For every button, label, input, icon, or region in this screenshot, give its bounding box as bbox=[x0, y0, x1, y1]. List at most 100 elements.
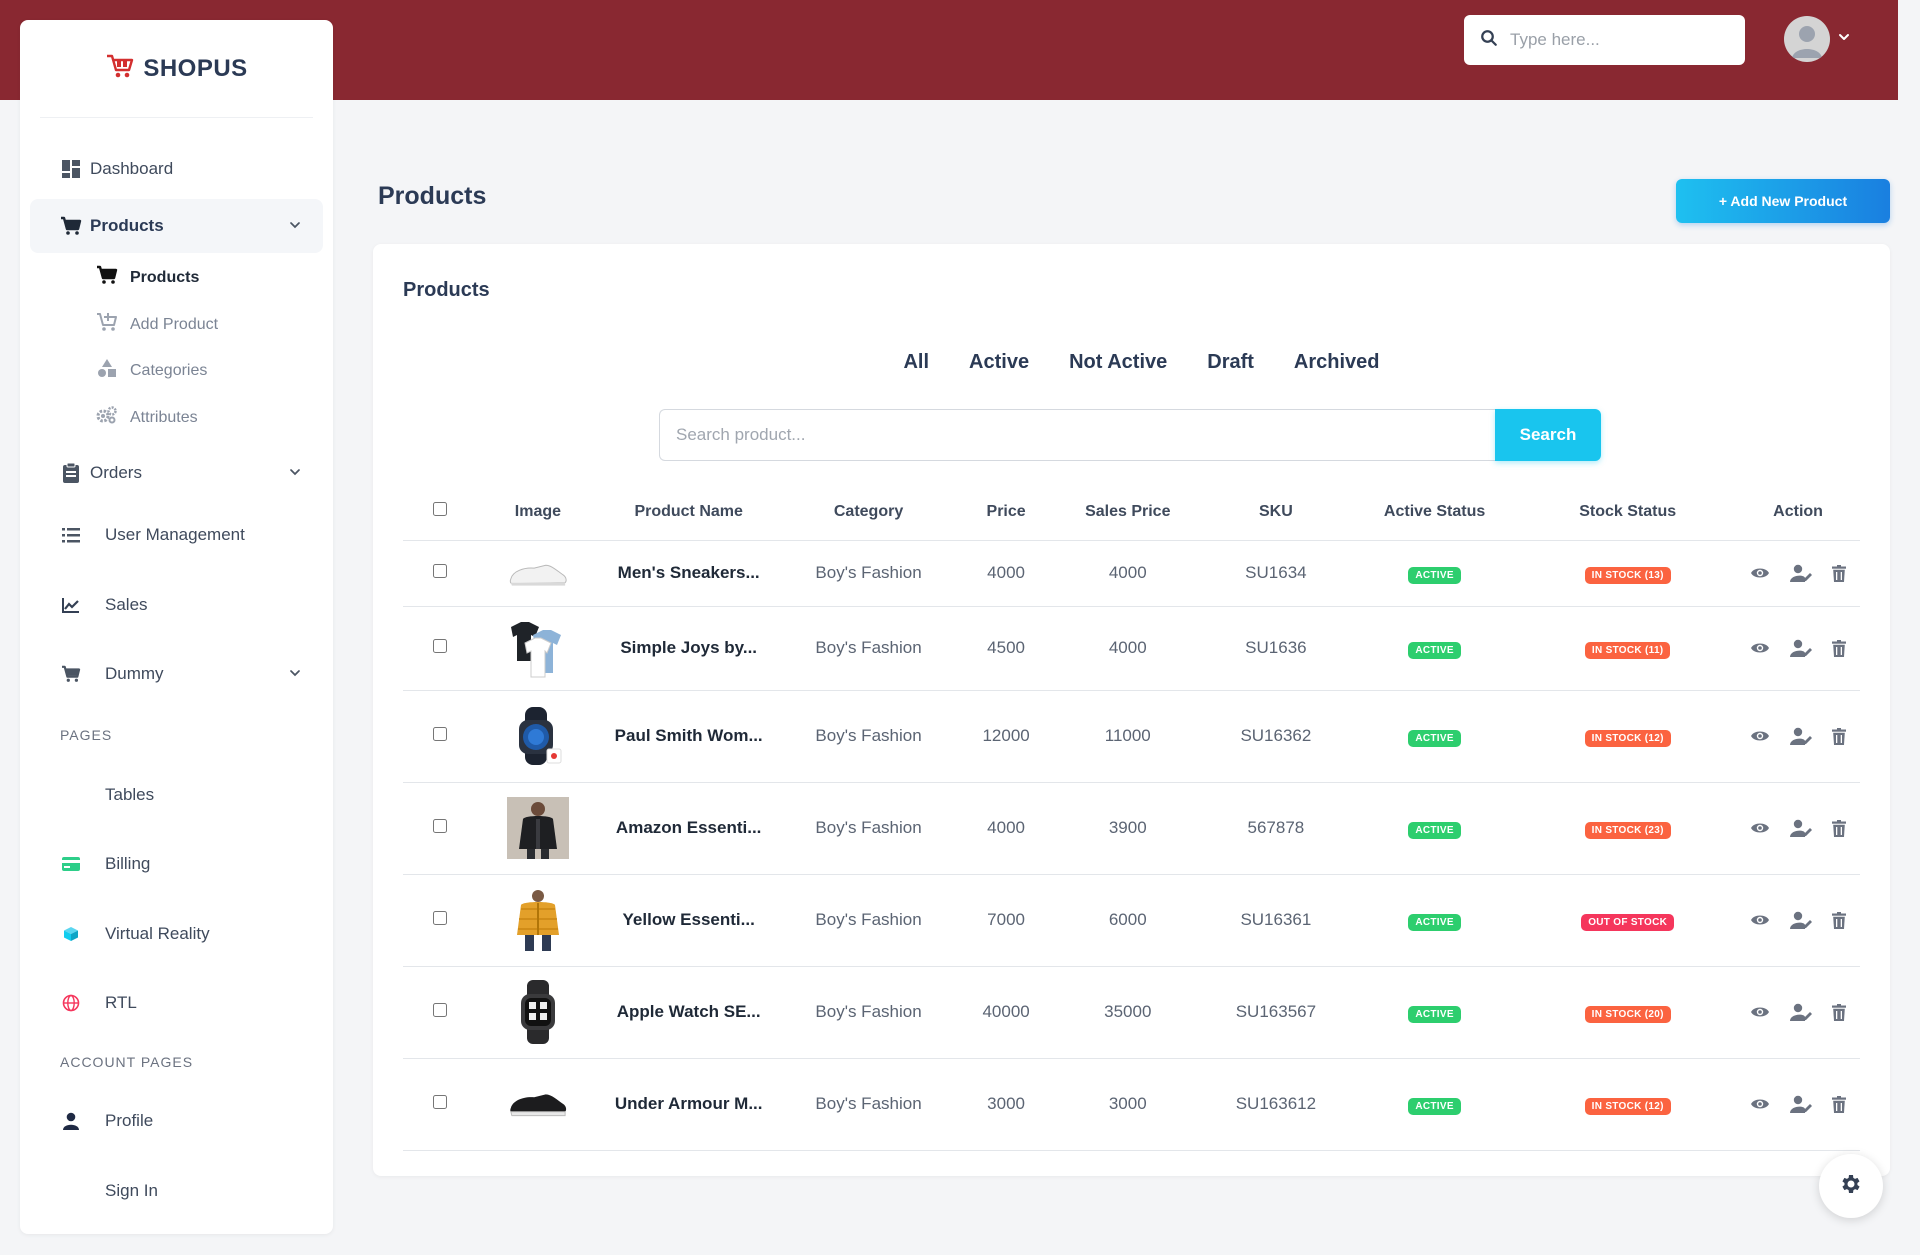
sidebar-item-tables[interactable]: Tables bbox=[30, 780, 323, 810]
sidebar-item-label: Profile bbox=[105, 1111, 154, 1130]
sidebar-item-profile[interactable]: Profile bbox=[30, 1106, 323, 1136]
view-eye-icon[interactable] bbox=[1750, 1097, 1770, 1111]
product-price: 12000 bbox=[958, 690, 1054, 783]
table-row[interactable]: Yellow Essenti... Boy's Fashion 7000 6000 SU… bbox=[403, 874, 1860, 967]
sidebar-subitem-attributes[interactable]: Attributes bbox=[96, 405, 198, 430]
edit-user-icon[interactable] bbox=[1790, 1095, 1813, 1113]
tab-draft[interactable]: Draft bbox=[1207, 351, 1254, 374]
delete-trash-icon[interactable] bbox=[1832, 727, 1847, 745]
sidebar-item-dashboard[interactable]: Dashboard bbox=[30, 154, 323, 184]
product-sales-price: 4000 bbox=[1053, 606, 1202, 691]
product-name[interactable]: Apple Watch SE... bbox=[598, 966, 779, 1059]
row-select-cell bbox=[403, 606, 478, 691]
stock-status-badge: IN STOCK (12) bbox=[1584, 729, 1671, 747]
view-eye-icon[interactable] bbox=[1750, 729, 1770, 743]
view-eye-icon[interactable] bbox=[1750, 821, 1770, 835]
search-button[interactable]: Search bbox=[1495, 409, 1601, 461]
delete-trash-icon[interactable] bbox=[1832, 1003, 1847, 1021]
product-sku: SU163612 bbox=[1201, 1058, 1350, 1151]
sidebar-item-sales[interactable]: Sales bbox=[30, 590, 323, 620]
row-checkbox[interactable] bbox=[433, 1095, 448, 1109]
avatar[interactable] bbox=[1784, 16, 1830, 62]
global-search-input[interactable] bbox=[1510, 30, 1730, 50]
table-row[interactable]: Paul Smith Wom... Boy's Fashion 12000 11000… bbox=[403, 690, 1860, 783]
sidebar-item-rtl[interactable]: RTL bbox=[30, 988, 323, 1018]
sidebar-item-sign-in[interactable]: Sign In bbox=[30, 1176, 323, 1206]
edit-user-icon[interactable] bbox=[1790, 564, 1813, 582]
tab-archived[interactable]: Archived bbox=[1294, 351, 1380, 374]
global-search[interactable] bbox=[1464, 15, 1745, 65]
add-new-product-button[interactable]: + Add New Product bbox=[1676, 179, 1890, 223]
product-price: 4000 bbox=[958, 540, 1054, 607]
product-thumbnail[interactable] bbox=[507, 617, 569, 679]
row-checkbox[interactable] bbox=[433, 639, 448, 653]
delete-trash-icon[interactable] bbox=[1832, 639, 1847, 657]
product-name[interactable]: Men's Sneakers... bbox=[598, 540, 779, 607]
row-checkbox[interactable] bbox=[433, 727, 448, 741]
delete-trash-icon[interactable] bbox=[1832, 911, 1847, 929]
view-eye-icon[interactable] bbox=[1750, 641, 1770, 655]
product-name[interactable]: Paul Smith Wom... bbox=[598, 690, 779, 783]
sidebar-item-orders[interactable]: Orders bbox=[30, 458, 323, 488]
edit-user-icon[interactable] bbox=[1790, 727, 1813, 745]
delete-trash-icon[interactable] bbox=[1832, 1095, 1847, 1113]
edit-user-icon[interactable] bbox=[1790, 1003, 1813, 1021]
product-name[interactable]: Simple Joys by... bbox=[598, 606, 779, 691]
product-name[interactable]: Under Armour M... bbox=[598, 1058, 779, 1151]
sidebar-subitem-categories[interactable]: Categories bbox=[96, 358, 207, 383]
product-thumbnail[interactable] bbox=[506, 797, 569, 859]
product-price: 4500 bbox=[958, 606, 1054, 691]
product-image-cell bbox=[477, 966, 599, 1059]
table-row[interactable]: Amazon Essenti... Boy's Fashion 4000 3900 56… bbox=[403, 782, 1860, 875]
sidebar: SHOPUS Dashboard Products Products Add P… bbox=[20, 20, 333, 1234]
delete-trash-icon[interactable] bbox=[1832, 564, 1847, 582]
table-row[interactable]: Men's Sneakers... Boy's Fashion 4000 4000 SU… bbox=[403, 540, 1860, 607]
table-row[interactable]: Apple Watch SE... Boy's Fashion 40000 35000… bbox=[403, 966, 1860, 1059]
active-status-badge: ACTIVE bbox=[1408, 641, 1461, 659]
sidebar-subitem-products[interactable]: Products bbox=[96, 265, 199, 290]
row-checkbox[interactable] bbox=[433, 1003, 448, 1017]
row-checkbox[interactable] bbox=[433, 911, 448, 925]
settings-fab[interactable] bbox=[1819, 1154, 1883, 1218]
table-row[interactable]: Under Armour M... Boy's Fashion 3000 3000 SU… bbox=[403, 1058, 1860, 1151]
sidebar-item-virtual-reality[interactable]: Virtual Reality bbox=[30, 919, 323, 949]
product-thumbnail[interactable] bbox=[507, 542, 569, 604]
stock-status-cell: IN STOCK (12) bbox=[1519, 690, 1737, 783]
sidebar-item-label: Tables bbox=[105, 785, 155, 804]
product-name[interactable]: Amazon Essenti... bbox=[598, 782, 779, 875]
section-label-account-pages: ACCOUNT PAGES bbox=[60, 1054, 194, 1070]
brand-logo[interactable]: SHOPUS bbox=[40, 20, 313, 118]
view-eye-icon[interactable] bbox=[1750, 1005, 1770, 1019]
product-thumbnail[interactable] bbox=[507, 1073, 569, 1135]
edit-user-icon[interactable] bbox=[1790, 639, 1813, 657]
row-checkbox[interactable] bbox=[433, 819, 448, 833]
product-thumbnail[interactable] bbox=[507, 980, 569, 1044]
sidebar-item-dummy[interactable]: Dummy bbox=[30, 659, 323, 689]
table-row[interactable]: Simple Joys by... Boy's Fashion 4500 4000 SU… bbox=[403, 606, 1860, 691]
product-search-input[interactable] bbox=[659, 409, 1495, 461]
table-header-row: Image Product Name Category Price Sales … bbox=[403, 484, 1860, 541]
edit-user-icon[interactable] bbox=[1790, 819, 1813, 837]
sidebar-item-products[interactable]: Products bbox=[30, 199, 323, 253]
edit-user-icon[interactable] bbox=[1790, 911, 1813, 929]
sidebar-subitem-add-product[interactable]: Add Product bbox=[96, 312, 218, 337]
row-checkbox[interactable] bbox=[433, 564, 448, 578]
products-card: Products All Active Not Active Draft Arc… bbox=[373, 244, 1890, 1176]
tab-all[interactable]: All bbox=[903, 351, 929, 374]
view-eye-icon[interactable] bbox=[1750, 566, 1770, 580]
sidebar-item-billing[interactable]: Billing bbox=[30, 849, 323, 879]
active-status-cell: ACTIVE bbox=[1349, 966, 1520, 1059]
user-menu[interactable] bbox=[1784, 16, 1850, 62]
product-thumbnail[interactable] bbox=[507, 705, 569, 767]
column-header: Active Status bbox=[1349, 484, 1520, 541]
select-all-checkbox[interactable] bbox=[433, 502, 448, 517]
view-eye-icon[interactable] bbox=[1750, 913, 1770, 927]
tab-not-active[interactable]: Not Active bbox=[1069, 351, 1167, 374]
product-thumbnail[interactable] bbox=[507, 889, 569, 951]
product-name[interactable]: Yellow Essenti... bbox=[598, 874, 779, 967]
tab-active[interactable]: Active bbox=[969, 351, 1029, 374]
sidebar-item-user-management[interactable]: User Management bbox=[30, 520, 323, 550]
page-edge bbox=[1898, 0, 1920, 1255]
delete-trash-icon[interactable] bbox=[1832, 819, 1847, 837]
chevron-down-icon[interactable] bbox=[1838, 30, 1850, 48]
